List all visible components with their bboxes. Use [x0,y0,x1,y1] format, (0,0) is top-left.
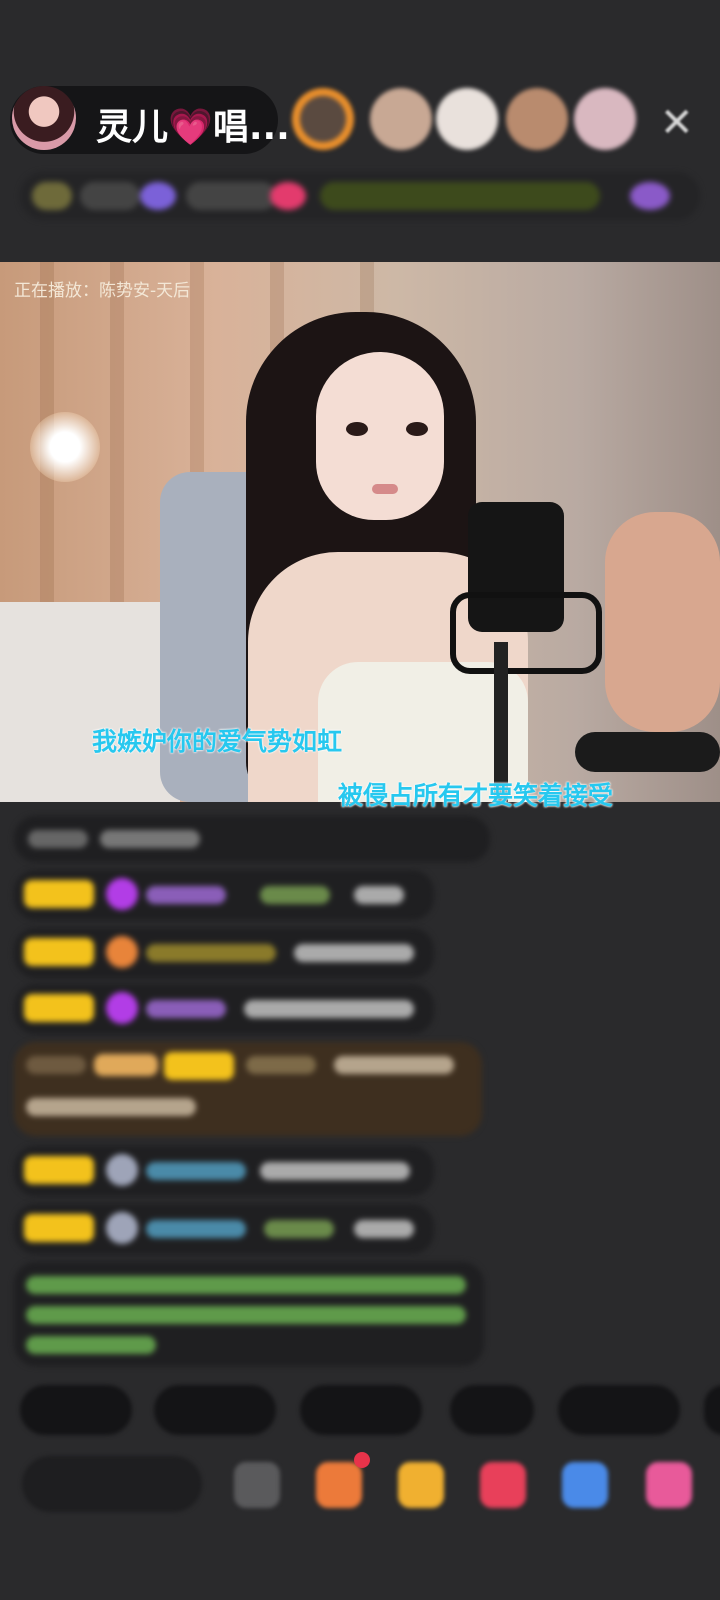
live-video[interactable] [0,262,720,802]
boom-arm [575,732,720,772]
streamer-face [316,352,444,520]
heart-gift-icon[interactable] [480,1462,526,1508]
quick-reply-chip[interactable] [704,1385,720,1435]
quick-reply-chip[interactable] [450,1385,534,1435]
lyric-line-1: 我嫉妒你的爱气势如虹 [92,727,343,756]
microphone-mount [450,592,602,674]
gift-box-icon[interactable] [316,1462,362,1508]
top-viewer-avatar-3[interactable] [436,88,498,150]
gift-icon[interactable] [398,1462,444,1508]
bear-decoration [605,512,720,732]
game-icon[interactable] [562,1462,608,1508]
chat-message [14,984,434,1034]
quick-reply-chip[interactable] [558,1385,680,1435]
now-playing-text: 正在播放：陈势安-天后 [14,281,191,301]
streamer-eye-right [406,422,428,436]
quick-reply-chip[interactable] [20,1385,132,1435]
top-viewer-avatar-4[interactable] [506,88,568,150]
close-icon[interactable]: ✕ [660,100,694,146]
emoji-icon[interactable] [234,1462,280,1508]
chat-message [14,1204,434,1254]
top-viewer-avatar-5[interactable] [574,88,636,150]
top-viewer-avatar-2[interactable] [370,88,432,150]
lyric-line-2: 被侵占所有才要笑着接受 [338,781,614,810]
quick-reply-chip[interactable] [300,1385,422,1435]
room-info-bar[interactable] [20,172,700,220]
lamp-light [30,412,100,482]
chat-message [14,816,490,862]
streamer-eye-left [346,422,368,436]
quick-reply-row [0,1385,720,1435]
quick-reply-chip[interactable] [154,1385,276,1435]
host-avatar[interactable] [12,86,76,150]
dresser [0,602,180,802]
chat-input[interactable] [22,1456,202,1512]
chat-message [14,870,434,920]
host-name: 灵儿💗唱... [96,107,290,148]
chat-message [14,1146,434,1196]
chat-message-highlighted [14,1042,482,1136]
chat-message [14,928,434,978]
notification-dot [354,1452,370,1468]
more-gifts-icon[interactable] [646,1462,692,1508]
top-viewer-avatar-1[interactable] [292,88,354,150]
streamer-lips [372,484,398,494]
chat-system-notice [14,1262,484,1366]
